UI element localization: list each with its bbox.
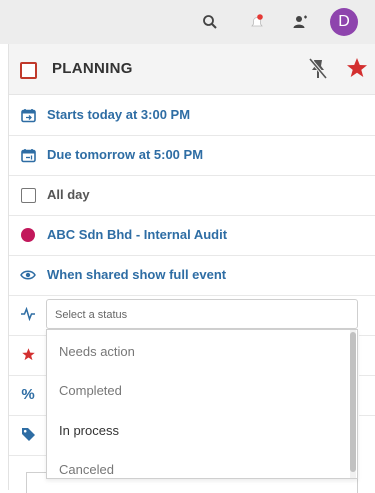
dropdown-scrollbar-thumb[interactable] (350, 332, 356, 472)
star-icon[interactable] (345, 56, 369, 80)
event-header: PLANNING (9, 44, 375, 95)
due-date-label: Due tomorrow at 5:00 PM (47, 147, 204, 162)
calendar-color-dot (19, 226, 37, 244)
avatar[interactable]: D (330, 8, 358, 36)
event-title: PLANNING (52, 60, 133, 77)
tag-icon (19, 425, 37, 443)
calendar-due-icon (19, 146, 37, 164)
divider (9, 455, 46, 456)
percent-icon: % (21, 385, 35, 403)
checkbox-icon[interactable] (19, 186, 37, 204)
activity-icon (19, 305, 37, 323)
status-option-canceled[interactable]: Canceled (59, 462, 114, 477)
visibility-label: When shared show full event (47, 267, 227, 282)
complete-checkbox[interactable] (20, 62, 37, 79)
unpin-icon[interactable] (307, 57, 329, 81)
visibility-row[interactable]: When shared show full event (9, 255, 375, 296)
notifications-icon[interactable] (245, 10, 269, 34)
calendar-row[interactable]: ABC Sdn Bhd - Internal Audit (9, 215, 375, 256)
priority-star-icon (19, 345, 37, 363)
divider (9, 415, 46, 416)
status-option-needs-action[interactable]: Needs action (59, 344, 135, 359)
search-icon[interactable] (198, 10, 222, 34)
status-dropdown: Needs action Completed In process Cancel… (46, 329, 358, 479)
top-bar: D (0, 0, 375, 44)
all-day-label: All day (47, 187, 90, 202)
divider (9, 335, 46, 336)
eye-icon (19, 266, 37, 284)
status-option-in-process[interactable]: In process (59, 423, 119, 438)
event-panel: PLANNING Starts today at 3:00 PM Due tom… (8, 44, 375, 493)
start-date-row[interactable]: Starts today at 3:00 PM (9, 95, 375, 136)
due-date-row[interactable]: Due tomorrow at 5:00 PM (9, 135, 375, 176)
status-placeholder: Select a status (55, 309, 128, 321)
contacts-icon[interactable] (288, 10, 312, 34)
divider (9, 375, 46, 376)
status-option-completed[interactable]: Completed (59, 383, 122, 398)
divider (359, 415, 375, 416)
calendar-label: ABC Sdn Bhd - Internal Audit (47, 227, 228, 242)
all-day-row[interactable]: All day (9, 175, 375, 216)
divider (359, 335, 375, 336)
calendar-start-icon (19, 106, 37, 124)
divider (359, 375, 375, 376)
status-select[interactable]: Select a status (46, 299, 358, 329)
start-date-label: Starts today at 3:00 PM (47, 107, 191, 122)
